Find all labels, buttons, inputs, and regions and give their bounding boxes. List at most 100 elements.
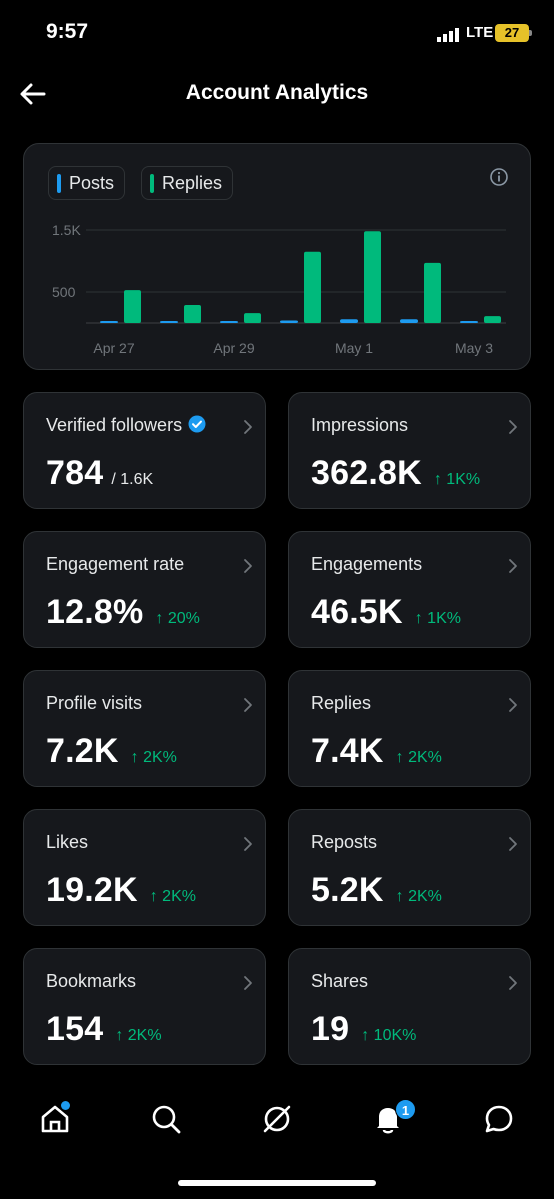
legend-posts-label: Posts [69,173,115,193]
metric-card[interactable]: Shares 19 ↑ 10K% [288,948,531,1065]
metric-label: Replies [311,693,371,714]
chevron-right-icon [509,698,517,712]
metric-card[interactable]: Replies 7.4K ↑ 2K% [288,670,531,787]
bar-replies-may-3[interactable] [484,316,501,323]
y-tick-label: 500 [52,284,76,300]
replies-swatch [150,174,154,193]
metric-value-row: 12.8% ↑ 20% [46,593,200,632]
chevron-right-icon [244,698,252,712]
metric-change: ↑ 2K% [395,888,442,905]
chart-card: Posts Replies 1.5K 500 Apr 27 Apr 29 May 1 Ma… [23,143,531,370]
chevron-right-icon [244,837,252,851]
metric-change: ↑ 2K% [115,1027,162,1044]
metric-value-row: 5.2K ↑ 2K% [311,871,442,910]
metric-value-row: 46.5K ↑ 1K% [311,593,461,632]
bar-posts-may-3[interactable] [460,321,478,323]
bar-replies-apr-28[interactable] [184,305,201,323]
info-icon[interactable] [489,167,509,187]
bottom-nav: 1 [0,1080,554,1199]
metric-label-text: Bookmarks [46,971,137,991]
metric-value-row: 362.8K ↑ 1K% [311,454,480,493]
metric-value-row: 19 ↑ 10K% [311,1010,416,1049]
verified-badge-icon [188,415,206,433]
metric-label: Engagements [311,554,422,575]
metric-card[interactable]: Impressions 362.8K ↑ 1K% [288,392,531,509]
metric-card[interactable]: Bookmarks 154 ↑ 2K% [23,948,266,1065]
metric-change: ↑ 2K% [395,749,442,766]
metric-value-row: 154 ↑ 2K% [46,1010,162,1049]
metric-change: ↑ 2K% [149,888,196,905]
metric-label: Verified followers [46,415,206,436]
metric-card[interactable]: Engagements 46.5K ↑ 1K% [288,531,531,648]
metric-label: Bookmarks [46,971,136,992]
metric-change: ↑ 20% [155,610,200,627]
bar-posts-may-1[interactable] [340,319,358,323]
notification-badge: 1 [395,1099,416,1120]
metric-card[interactable]: Engagement rate 12.8% ↑ 20% [23,531,266,648]
metric-change: ↑ 10K% [361,1027,417,1044]
chevron-right-icon [509,837,517,851]
bar-replies-apr-30[interactable] [304,251,321,323]
bar-replies-may-2[interactable] [424,262,441,323]
metric-card[interactable]: Verified followers 784 / 1.6K [23,392,266,509]
x-tick-label: Apr 29 [213,340,254,356]
metric-card[interactable]: Reposts 5.2K ↑ 2K% [288,809,531,926]
legend-replies-label: Replies [162,173,223,193]
chevron-right-icon [509,559,517,573]
x-tick-label: May 3 [455,340,493,356]
metric-label-text: Impressions [311,415,409,435]
legend-replies[interactable]: Replies [141,166,234,200]
bar-replies-may-1[interactable] [364,231,381,323]
page-title: Account Analytics [185,81,369,104]
home-indicator [178,1180,376,1186]
metric-change: ↑ 1K% [433,471,481,488]
x-tick-label: May 1 [335,340,373,356]
metric-value: 46.5K [311,593,403,631]
metric-value: 7.4K [311,732,384,770]
metric-label: Impressions [311,415,408,436]
search-icon[interactable] [149,1102,183,1136]
messages-icon[interactable] [482,1102,516,1136]
bar-posts-may-2[interactable] [400,319,418,323]
legend-posts[interactable]: Posts [48,166,126,200]
metric-value: 5.2K [311,871,384,909]
x-tick-label: Apr 27 [93,340,134,356]
battery-cap [529,30,532,36]
bar-posts-apr-28[interactable] [160,321,178,323]
bar-replies-apr-27[interactable] [124,290,141,323]
chevron-right-icon [509,976,517,990]
activity-bar-chart: 1.5K 500 Apr 27 Apr 29 May 1 May 3 [52,222,506,356]
metric-label-text: Likes [46,832,89,852]
metric-value: 7.2K [46,732,119,770]
chevron-right-icon [244,559,252,573]
chevron-right-icon [509,420,517,434]
metric-label-text: Engagement rate [46,554,185,574]
metric-value: 19 [311,1010,350,1048]
bar-posts-apr-30[interactable] [280,320,298,323]
status-bar: 9:57 LTE 27 [0,0,554,66]
metric-label-text: Replies [311,693,372,713]
battery-icon: 27 [495,24,529,42]
metric-label: Reposts [311,832,377,853]
grok-icon[interactable] [260,1102,294,1136]
metric-label: Engagement rate [46,554,184,575]
status-time: 9:57 [46,20,89,43]
metric-label-text: Shares [311,971,369,991]
metric-card[interactable]: Profile visits 7.2K ↑ 2K% [23,670,266,787]
metric-label-text: Engagements [311,554,423,574]
chevron-right-icon [244,976,252,990]
chevron-right-icon [244,420,252,434]
metric-value: 362.8K [311,454,422,492]
metric-card[interactable]: Likes 19.2K ↑ 2K% [23,809,266,926]
metric-label: Shares [311,971,368,992]
metric-value-row: 7.4K ↑ 2K% [311,732,442,771]
bar-posts-apr-29[interactable] [220,321,238,323]
network-label: LTE [466,24,494,41]
metric-value-row: 19.2K ↑ 2K% [46,871,196,910]
bar-replies-apr-29[interactable] [244,313,261,323]
metric-value-row: 7.2K ↑ 2K% [46,732,177,771]
metric-label: Likes [46,832,88,853]
bar-posts-apr-27[interactable] [100,321,118,323]
metric-label: Profile visits [46,693,142,714]
metric-total: / 1.6K [111,471,154,488]
